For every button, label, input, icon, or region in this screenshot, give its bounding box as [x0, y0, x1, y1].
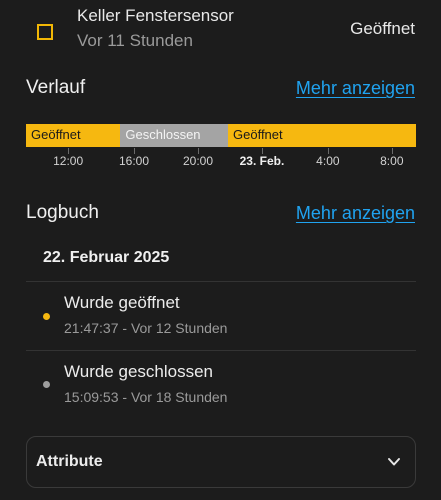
history-timeline[interactable]: Geöffnet Geschlossen Geöffnet — [26, 124, 416, 147]
timeline-segment-open[interactable]: Geöffnet — [228, 124, 416, 147]
axis-tick-label: 20:00 — [182, 154, 213, 168]
axis-tick-label: 12:00 — [53, 154, 84, 168]
logbook-date-header: 22. Februar 2025 — [43, 249, 170, 266]
logbook-more-link[interactable]: Mehr anzeigen — [296, 203, 415, 224]
log-entry-time: 15:09:53 - Vor 18 Stunden — [64, 389, 228, 405]
status-dot-icon — [43, 381, 50, 388]
entity-last-changed: Vor 11 Stunden — [77, 31, 193, 50]
square-outline-icon — [37, 24, 53, 40]
entity-state: Geöffnet — [350, 19, 415, 38]
timeline-segment-closed[interactable]: Geschlossen — [120, 124, 228, 147]
entity-name: Keller Fenstersensor — [77, 6, 234, 25]
timeline-segment-open[interactable]: Geöffnet — [26, 124, 121, 147]
log-entry-title: Wurde geöffnet — [64, 293, 180, 312]
chevron-down-icon — [388, 458, 400, 466]
axis-tick-label: 16:00 — [119, 154, 150, 168]
divider — [26, 350, 416, 351]
axis-tick-label: 4:00 — [316, 154, 340, 168]
history-title: Verlauf — [26, 77, 86, 98]
log-entry-title: Wurde geschlossen — [64, 362, 213, 381]
more-info-dialog: Keller Fenstersensor Vor 11 Stunden Geöf… — [0, 0, 441, 500]
divider — [26, 281, 416, 282]
axis-tick-label: 23. Feb. — [239, 154, 285, 168]
status-dot-icon — [43, 313, 50, 320]
axis-tick-label: 8:00 — [380, 154, 404, 168]
attributes-label: Attribute — [36, 453, 103, 470]
attributes-expander[interactable]: Attribute — [26, 436, 416, 488]
history-more-link[interactable]: Mehr anzeigen — [296, 78, 415, 99]
log-entry-time: 21:47:37 - Vor 12 Stunden — [64, 320, 228, 336]
logbook-title: Logbuch — [26, 202, 99, 223]
